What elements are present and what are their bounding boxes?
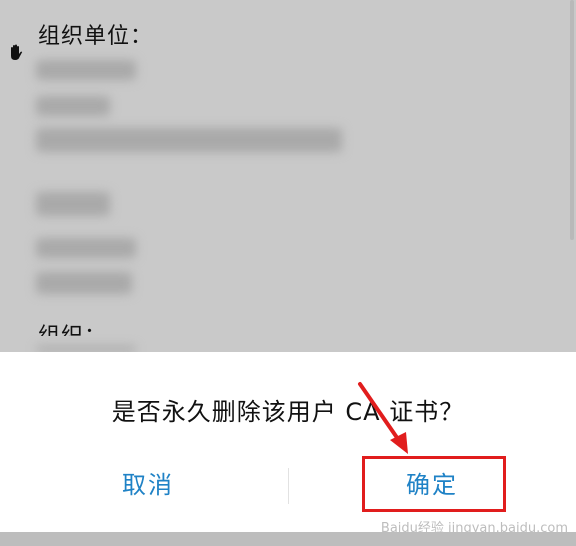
background-screen: 组织单位： 组织： xyxy=(0,0,576,352)
arrow-icon xyxy=(358,382,408,454)
cancel-button[interactable]: 取消 xyxy=(68,462,228,508)
blurred-text xyxy=(36,192,110,216)
org-label: 组织单位： xyxy=(38,24,154,49)
blurred-text xyxy=(36,60,136,80)
watermark: Baidu经验 jingyan.baidu.com xyxy=(380,521,568,536)
blurred-text xyxy=(36,238,136,258)
blurred-text xyxy=(36,272,132,294)
org-label-cut: 组织： xyxy=(38,318,107,336)
button-divider xyxy=(288,468,289,504)
scrollbar[interactable] xyxy=(570,0,574,240)
dialog-message: 是否永久删除该用户 CA 证书？ xyxy=(111,398,465,426)
blurred-text xyxy=(36,128,342,152)
blurred-text xyxy=(36,96,110,116)
highlight-box xyxy=(362,456,506,512)
hand-icon xyxy=(11,44,23,60)
